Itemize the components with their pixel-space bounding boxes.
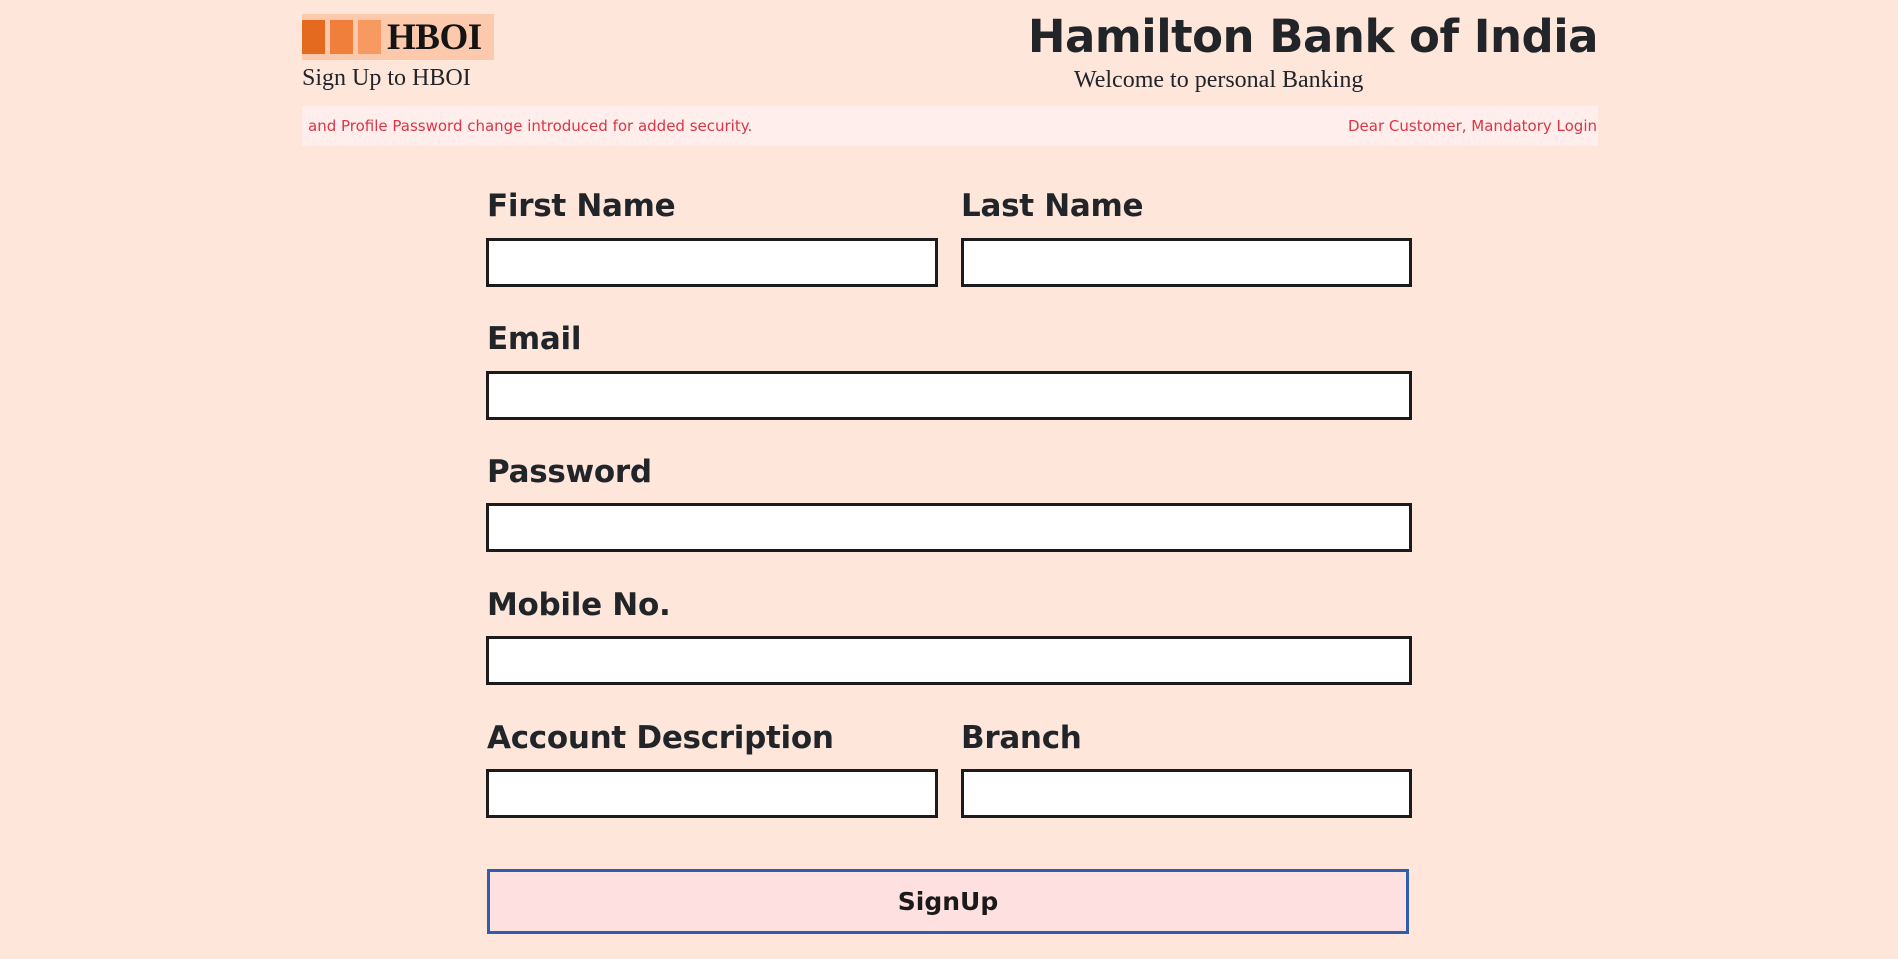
first-name-label: First Name bbox=[487, 188, 676, 224]
marquee-text: and Profile Password change introduced f… bbox=[308, 117, 753, 135]
logo-block bbox=[330, 20, 353, 54]
logo-blocks-icon bbox=[302, 20, 381, 54]
account-description-label: Account Description bbox=[487, 720, 834, 756]
email-label: Email bbox=[487, 321, 582, 357]
password-input[interactable] bbox=[486, 503, 1412, 552]
signup-subtitle: Sign Up to HBOI bbox=[302, 65, 471, 91]
last-name-input[interactable] bbox=[961, 238, 1412, 287]
branch-input[interactable] bbox=[961, 769, 1412, 818]
email-input[interactable] bbox=[486, 371, 1412, 420]
bank-subtitle: Welcome to personal Banking bbox=[1074, 67, 1364, 93]
logo-block bbox=[358, 20, 381, 54]
hboi-logo[interactable]: HBOI bbox=[302, 14, 494, 60]
last-name-label: Last Name bbox=[961, 188, 1144, 224]
page-header: HBOI Sign Up to HBOI Hamilton Bank of In… bbox=[302, 0, 1599, 104]
password-label: Password bbox=[487, 454, 652, 490]
signup-button[interactable]: SignUp bbox=[487, 869, 1409, 934]
mobile-input[interactable] bbox=[486, 636, 1412, 685]
marquee-text: Dear Customer, Mandatory Login a bbox=[1348, 117, 1598, 135]
mobile-label: Mobile No. bbox=[487, 587, 671, 623]
logo-block bbox=[302, 20, 325, 54]
account-description-input[interactable] bbox=[486, 769, 938, 818]
announcement-marquee: and Profile Password change introduced f… bbox=[302, 106, 1598, 146]
logo-text: HBOI bbox=[387, 16, 482, 58]
first-name-input[interactable] bbox=[486, 238, 938, 287]
branch-label: Branch bbox=[961, 720, 1082, 756]
bank-title: Hamilton Bank of India bbox=[1027, 10, 1599, 63]
